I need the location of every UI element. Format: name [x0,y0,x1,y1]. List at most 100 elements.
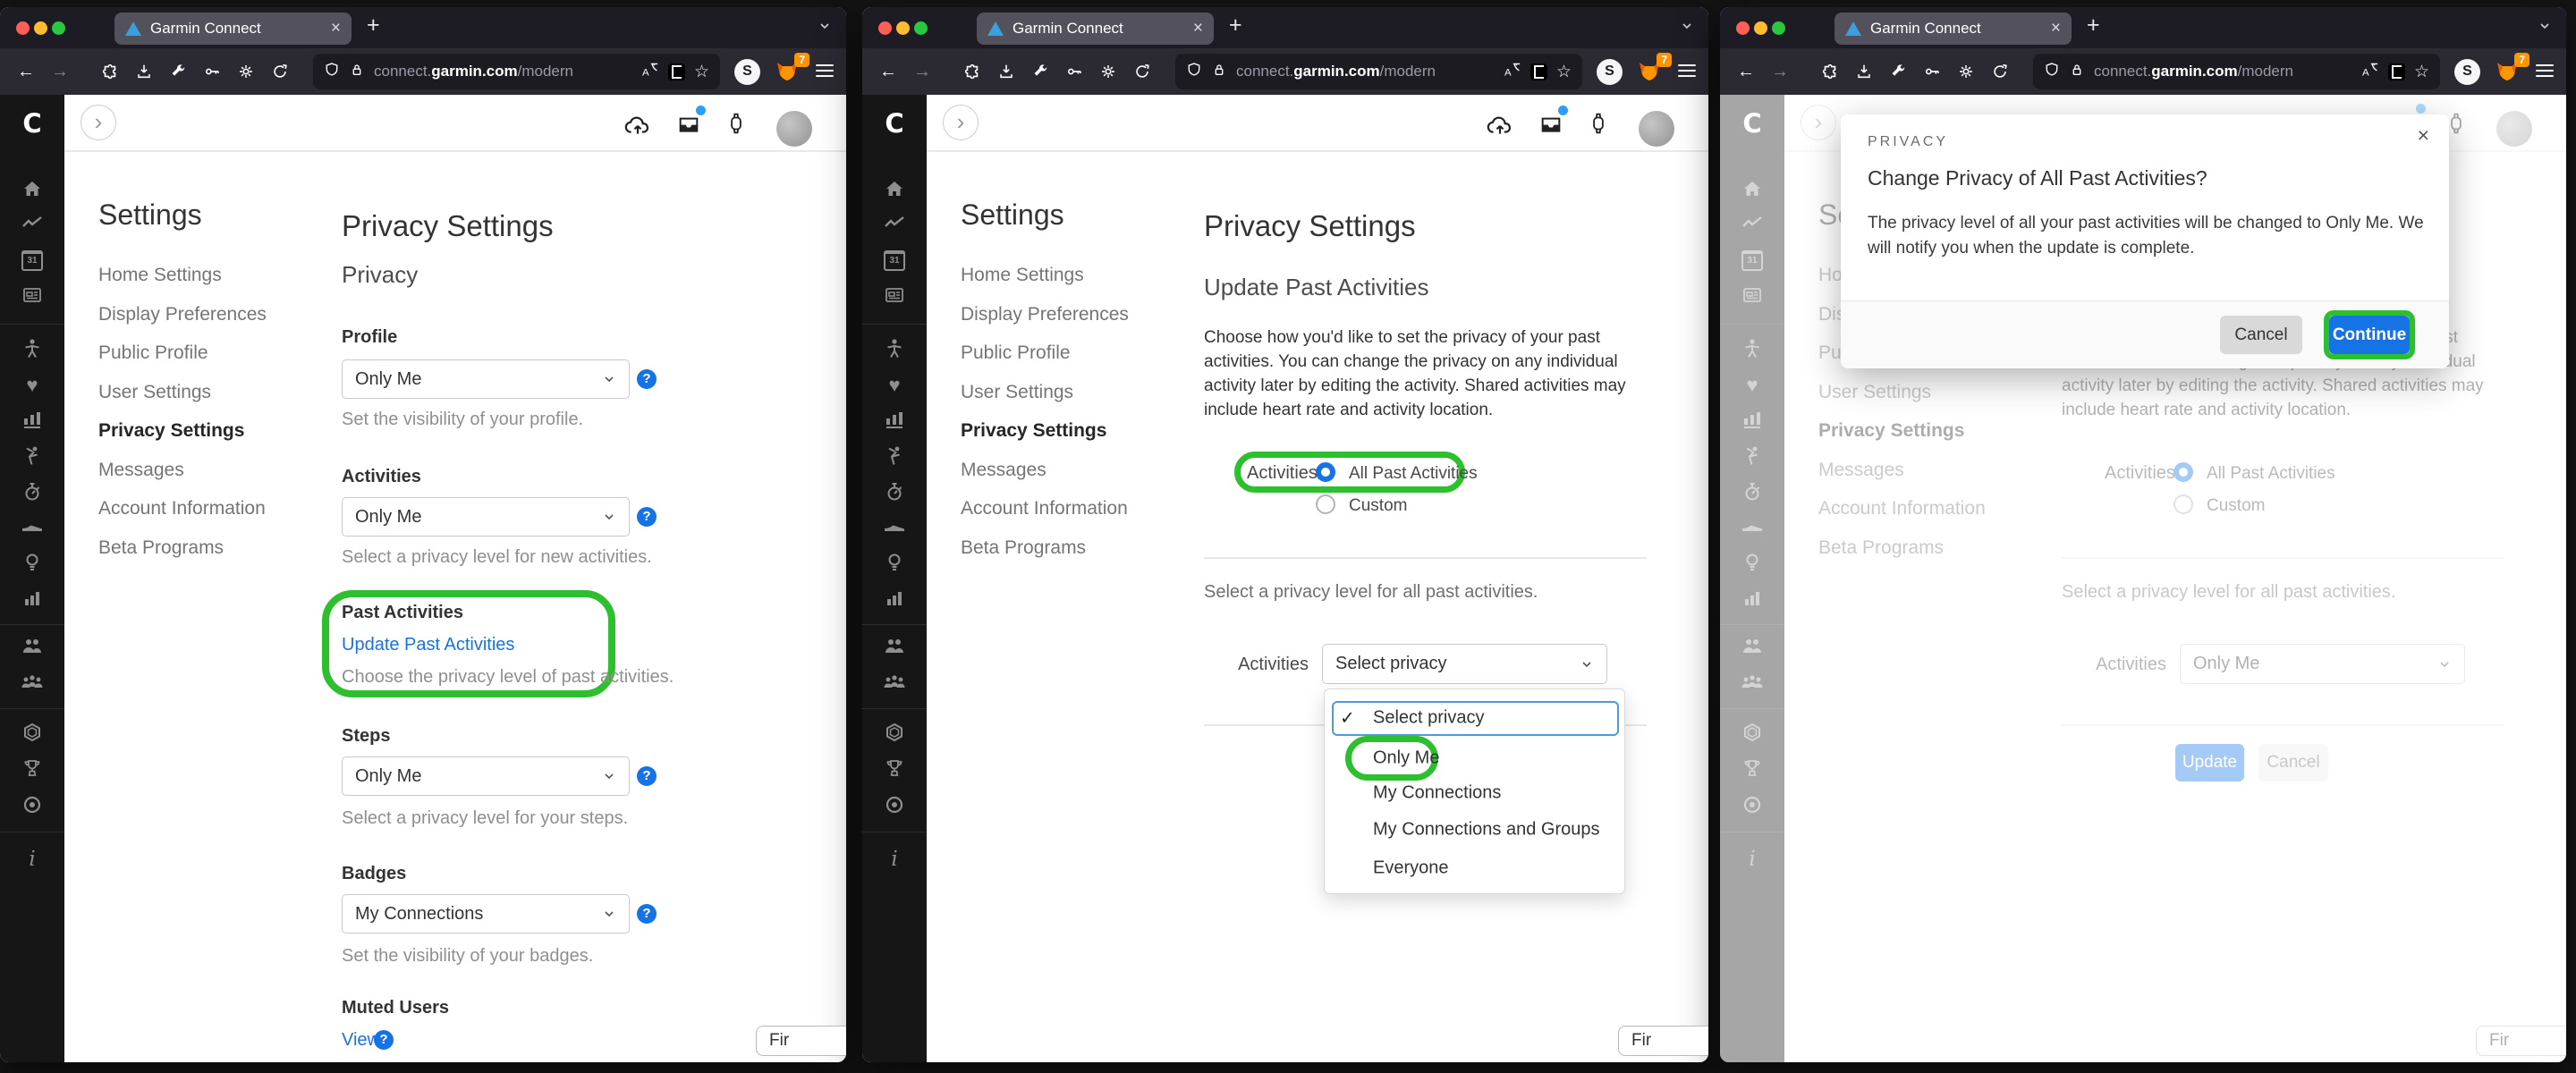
settings-nav-item-account[interactable]: Account Information [961,489,1129,528]
extension-fox-icon[interactable]: 7 [2495,59,2521,84]
settings-gear-icon[interactable] [236,62,256,81]
bookmark-star-icon[interactable]: ☆ [2414,62,2429,82]
sidebar-running-shoe-icon[interactable] [0,517,64,535]
settings-gear-icon[interactable] [1098,62,1118,81]
settings-nav-item-beta[interactable]: Beta Programs [961,528,1129,568]
reload-icon[interactable] [1990,62,2010,81]
notifications-inbox-icon[interactable] [1538,112,1563,141]
settings-nav-item-public-profile[interactable]: Public Profile [961,334,1129,373]
garmin-logo[interactable]: C [862,108,927,139]
url-text[interactable]: connect.garmin.com/modern [1236,63,1495,80]
minimize-window-button[interactable] [34,21,47,35]
sidebar-health-heart-icon[interactable]: ♥ [862,374,927,397]
sidebar-insights-bulb-icon[interactable] [862,553,927,574]
extensions-puzzle-icon[interactable] [100,62,120,81]
zoom-window-button[interactable] [914,21,928,35]
forward-button[interactable]: → [1770,62,1790,81]
extension-fox-icon[interactable]: 7 [775,59,801,84]
settings-nav-item-display[interactable]: Display Preferences [98,295,267,334]
address-bar[interactable]: connect.garmin.com/modern A ☆ [313,54,720,89]
dropdown-option-everyone[interactable]: Everyone [1373,858,1449,879]
bookmark-star-icon[interactable]: ☆ [1556,62,1572,82]
steps-help-icon[interactable]: ? [637,766,657,786]
key-icon[interactable] [1922,62,1942,81]
notifications-inbox-icon[interactable] [676,112,701,141]
expand-sidebar-button[interactable]: › [943,105,979,140]
wrench-icon[interactable] [1888,62,1908,81]
tab-close-icon[interactable]: × [2046,19,2061,38]
badges-help-icon[interactable]: ? [637,904,657,924]
settings-nav-item-public-profile[interactable]: Public Profile [98,334,267,373]
settings-nav-item-messages[interactable]: Messages [98,451,267,490]
browser-tab[interactable]: Garmin Connect × [977,13,1214,45]
settings-nav-item-beta[interactable]: Beta Programs [98,528,267,568]
list-tabs-chevron-icon[interactable] [818,19,832,38]
profile-privacy-select[interactable]: Only Me [342,359,630,399]
avatar[interactable] [1639,111,1674,147]
extensions-puzzle-icon[interactable] [962,62,982,81]
translate-icon[interactable]: A [2361,62,2379,82]
extension-s-icon[interactable]: S [734,59,760,85]
sidebar-home-icon[interactable] [862,179,927,199]
radio-custom[interactable] [1316,494,1335,514]
key-icon[interactable] [1064,62,1084,81]
menu-hamburger-icon[interactable] [816,64,834,79]
device-watch-icon[interactable] [1587,110,1610,141]
settings-nav-item-account[interactable]: Account Information [98,489,267,528]
reload-icon[interactable] [1132,62,1152,81]
sidebar-calendar-icon[interactable]: 31 [862,250,927,271]
lock-icon[interactable] [2069,62,2085,82]
wrench-icon[interactable] [168,62,188,81]
wrench-icon[interactable] [1030,62,1050,81]
sidebar-golf-icon[interactable] [862,445,927,467]
shield-icon[interactable] [324,62,340,82]
browser-tab[interactable]: Garmin Connect × [114,13,352,45]
sidebar-performance-icon[interactable] [0,410,64,429]
close-window-button[interactable] [1736,21,1750,35]
radio-all-past-activities-label[interactable]: All Past Activities [1349,464,1478,484]
badges-privacy-select[interactable]: My Connections [342,894,630,934]
past-activities-privacy-select[interactable]: Select privacy [1322,644,1607,684]
sidebar-stopwatch-icon[interactable] [862,481,927,503]
settings-nav-item-display[interactable]: Display Preferences [961,295,1129,334]
dropdown-option-only-me[interactable]: Only Me [1373,748,1439,769]
sidebar-activity-icon[interactable] [862,215,927,231]
new-tab-button[interactable]: + [2087,13,2100,38]
sidebar-connections-icon[interactable] [0,637,64,655]
sidebar-performance-icon[interactable] [862,410,927,429]
sidebar-trophy-icon[interactable] [0,758,64,780]
extension-s-icon[interactable]: S [1597,59,1623,85]
sidebar-activity-icon[interactable] [0,215,64,231]
shield-icon[interactable] [2044,62,2060,82]
dropdown-option-my-connections[interactable]: My Connections [1373,783,1501,804]
downloads-icon[interactable] [134,62,154,81]
sidebar-news-icon[interactable] [0,286,64,304]
minimize-window-button[interactable] [896,21,910,35]
translate-icon[interactable]: A [1504,62,1521,82]
back-button[interactable]: ← [878,62,898,81]
url-text[interactable]: connect.garmin.com/modern [2094,63,2352,80]
sidebar-trophy-icon[interactable] [862,758,927,780]
upload-cloud-icon[interactable] [623,113,653,141]
sidebar-focus-icon[interactable] [862,794,927,815]
reader-mode-icon[interactable] [2388,63,2405,80]
browser-tab[interactable]: Garmin Connect × [1835,13,2072,45]
sidebar-news-icon[interactable] [862,286,927,304]
settings-nav-item-home[interactable]: Home Settings [961,256,1129,295]
sidebar-badges-icon[interactable] [0,722,64,744]
expand-sidebar-button[interactable]: › [80,105,116,140]
url-text[interactable]: connect.garmin.com/modern [374,63,632,80]
sidebar-calendar-icon[interactable]: 31 [0,250,64,271]
sidebar-info-icon[interactable]: i [0,848,64,871]
activities-privacy-select[interactable]: Only Me [342,497,630,536]
activities-help-icon[interactable]: ? [637,507,657,527]
sidebar-groups-icon[interactable] [862,672,927,690]
extension-s-icon[interactable]: S [2454,59,2480,85]
back-button[interactable]: ← [1736,62,1756,81]
muted-users-help-icon[interactable]: ? [374,1030,394,1050]
lock-icon[interactable] [349,62,365,82]
settings-nav-item-messages[interactable]: Messages [961,451,1129,490]
profile-help-icon[interactable]: ? [637,369,657,389]
extensions-puzzle-icon[interactable] [1820,62,1840,81]
minimize-window-button[interactable] [1754,21,1767,35]
